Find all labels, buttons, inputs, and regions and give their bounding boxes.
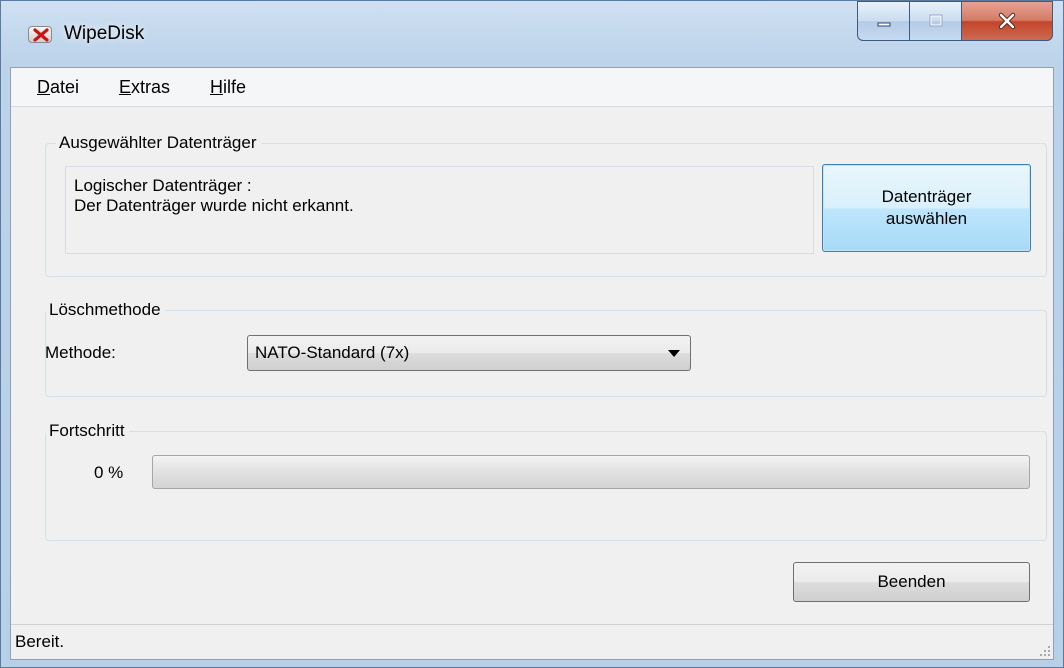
maximize-button[interactable]: [909, 1, 961, 41]
menu-datei-mnemonic: D: [37, 77, 50, 97]
disk-info-box: Logischer Datenträger : Der Datenträger …: [65, 166, 814, 254]
close-icon: [998, 12, 1016, 30]
menu-hilfe-mnemonic: H: [210, 77, 223, 97]
caption-buttons: [857, 1, 1053, 41]
menu-extras-label: xtras: [131, 77, 171, 97]
maximize-icon: [929, 14, 942, 27]
exit-button-label: Beenden: [877, 572, 946, 591]
dropdown-arrow-icon: [668, 350, 680, 357]
progress-percent: 0 %: [94, 463, 124, 482]
select-disk-button-line2: auswählen: [885, 209, 968, 228]
menu-bar: Datei Extras Hilfe: [11, 68, 1053, 107]
status-text: Bereit.: [15, 632, 65, 651]
menu-datei-label: atei: [50, 77, 80, 97]
menu-datei[interactable]: Datei: [37, 77, 79, 98]
close-button[interactable]: [961, 1, 1053, 41]
wipedisk-app-icon[interactable]: [28, 26, 52, 43]
disk-info-line2: Der Datenträger wurde nicht erkannt.: [74, 196, 354, 215]
menu-hilfe-label: ilfe: [223, 77, 247, 97]
select-disk-button[interactable]: Datenträger auswählen: [822, 164, 1031, 252]
wipe-method-group-title: Löschmethode: [46, 299, 165, 321]
window-title: WipeDisk: [64, 23, 145, 44]
menu-extras-mnemonic: E: [119, 77, 132, 97]
disk-info-line1: Logischer Datenträger :: [74, 176, 252, 195]
menu-hilfe[interactable]: Hilfe: [210, 77, 246, 98]
progress-bar: [152, 455, 1030, 489]
title-bar[interactable]: WipeDisk: [1, 1, 1063, 63]
client-area: Datei Extras Hilfe Ausgewählter Datenträ…: [10, 67, 1054, 660]
exit-button[interactable]: Beenden: [793, 562, 1030, 602]
menu-extras[interactable]: Extras: [119, 77, 170, 98]
wipedisk-window: WipeDisk Datei Extras Hilfe Ausgewählter…: [0, 0, 1064, 668]
method-select[interactable]: NATO-Standard (7x): [247, 335, 691, 371]
selected-disk-group-title: Ausgewählter Datenträger: [56, 132, 261, 154]
status-bar: Bereit.: [11, 624, 1053, 659]
minimize-button[interactable]: [857, 1, 909, 41]
select-disk-button-line1: Datenträger: [881, 187, 972, 206]
progress-group-title: Fortschritt: [46, 420, 129, 442]
minimize-icon: [877, 22, 890, 27]
method-label: Methode:: [45, 343, 116, 362]
method-select-value: NATO-Standard (7x): [255, 343, 410, 362]
resize-grip-icon[interactable]: [1037, 643, 1051, 657]
